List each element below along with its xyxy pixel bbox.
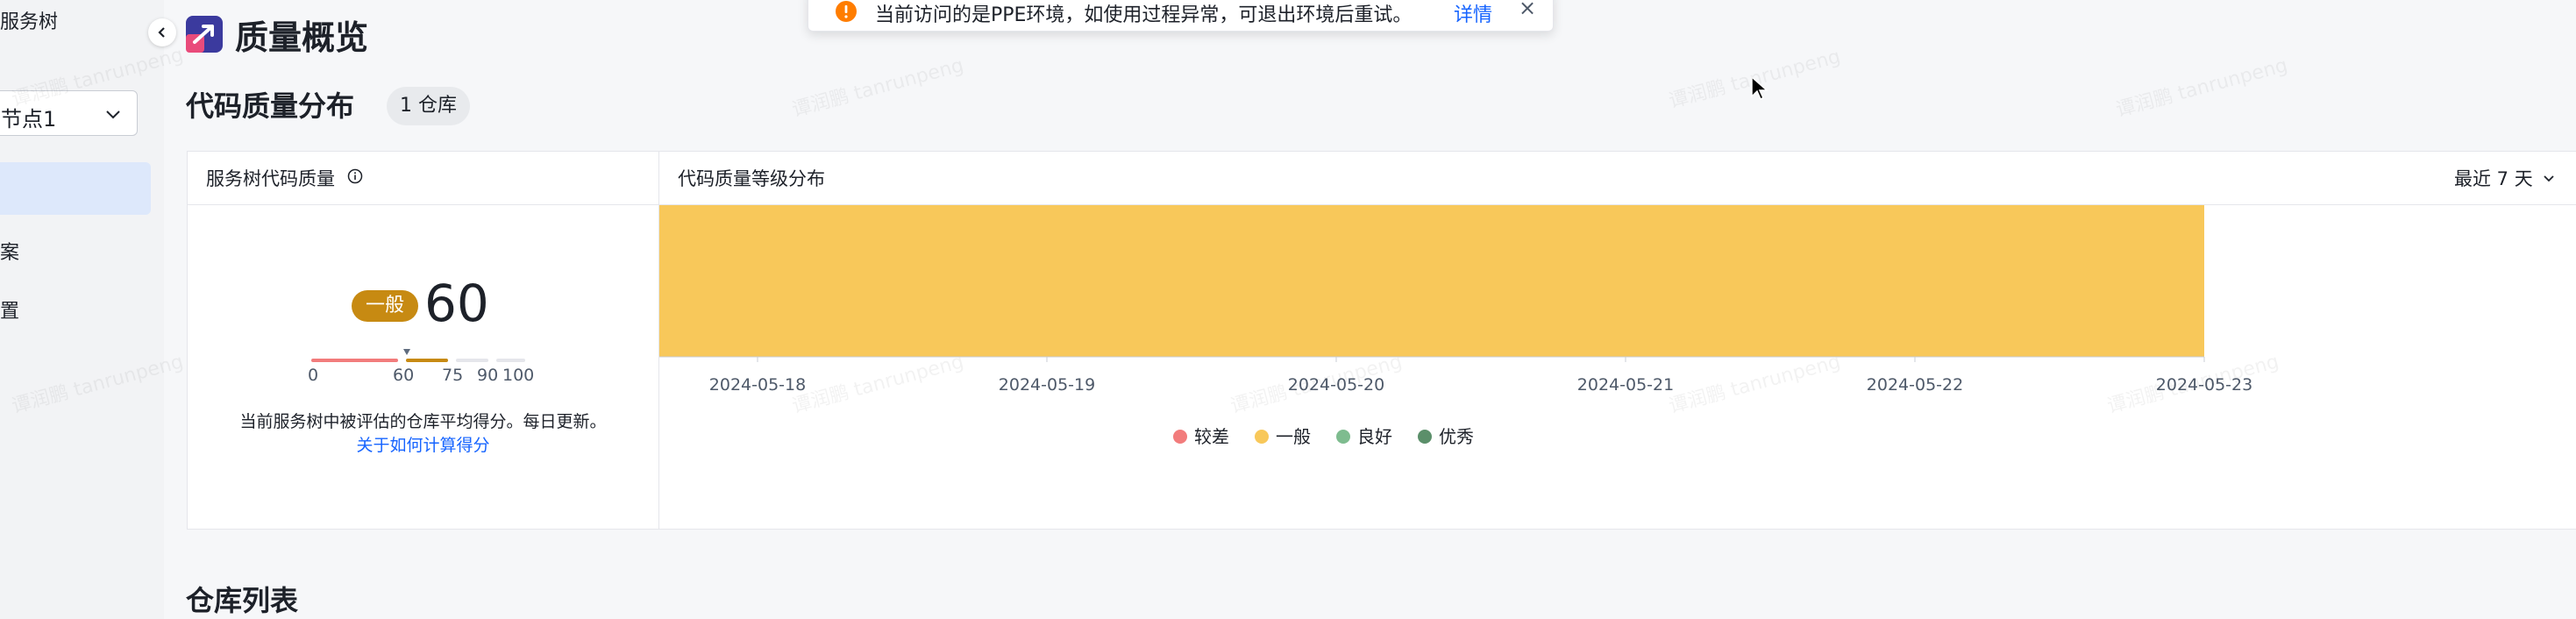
notification-message: 当前访问的是PPE环境，如使用过程异常，可退出环境后重试。 [875, 4, 1413, 26]
repo-list-title: 仓库列表 [186, 584, 299, 617]
scale-label: 75 [442, 366, 464, 385]
quality-card: 服务树代码质量 一般 60 0 60 75 90 100 当前服务树中被评估的仓… [187, 151, 2576, 530]
environment-notification: 当前访问的是PPE环境，如使用过程异常，可退出环境后重试。 详情 × [808, 0, 1554, 32]
x-tick-label: 2024-05-21 [1577, 375, 1674, 395]
sidebar-collapse-button[interactable] [148, 18, 176, 46]
scale-bar-fair [406, 359, 448, 362]
warning-icon [836, 1, 857, 22]
watermark: 谭润鹏 tanrunpeng [789, 54, 966, 122]
scale-label: 60 [393, 366, 415, 385]
repo-count-badge: 1 仓库 [387, 87, 470, 125]
scale-bar-poor [311, 359, 398, 362]
sidebar-item-label: 置 [0, 301, 20, 323]
close-icon[interactable]: × [1519, 0, 1536, 20]
scale-label: 100 [502, 366, 535, 385]
x-tick-label: 2024-05-23 [2156, 375, 2252, 395]
x-tick-label: 2024-05-22 [1867, 375, 1963, 395]
grade-badge: 一般 [352, 290, 419, 322]
legend-dot-较差[interactable] [1173, 430, 1187, 444]
legend-label[interactable]: 优秀 [1439, 426, 1474, 447]
x-tick-label: 2024-05-19 [999, 375, 1095, 395]
legend-dot-良好[interactable] [1336, 430, 1350, 444]
node-select[interactable]: 节点1 [0, 90, 138, 136]
node-select-value: 节点1 [1, 107, 57, 132]
x-tick-label: 2024-05-20 [1288, 375, 1384, 395]
legend-label[interactable]: 较差 [1194, 426, 1229, 447]
scale-label: 0 [308, 366, 319, 385]
legend-dot-一般[interactable] [1255, 430, 1269, 444]
sidebar-item-solution[interactable]: 案 [0, 237, 19, 265]
scale-label: 90 [477, 366, 499, 385]
chevron-left-icon [158, 27, 165, 38]
sidebar-title: 服务树 [0, 11, 59, 33]
score-value: 60 [424, 274, 489, 333]
area-series-一般[interactable] [659, 205, 2204, 357]
chevron-down-icon [2544, 175, 2554, 182]
notification-detail-link[interactable]: 详情 [1454, 0, 1492, 27]
chevron-down-icon [106, 110, 120, 119]
score-description: 当前服务树中被评估的仓库平均得分。每日更新。 [239, 412, 607, 431]
legend-label[interactable]: 良好 [1357, 426, 1392, 447]
score-marker [403, 349, 410, 355]
sidebar-item-label: 案 [0, 242, 20, 264]
sidebar: 服务树 节点1 案 置 [0, 0, 164, 619]
sidebar-item-active[interactable] [0, 162, 151, 215]
distribution-panel-title: 代码质量等级分布 [678, 168, 825, 189]
info-icon[interactable] [347, 168, 363, 184]
mouse-cursor-icon [1751, 75, 1768, 101]
score-calculation-link[interactable]: 关于如何计算得分 [188, 432, 658, 456]
page-title: 质量概览 [235, 18, 369, 57]
section-title: 代码质量分布 [186, 89, 355, 123]
scale-bar-excellent [496, 359, 525, 362]
x-tick-label: 2024-05-18 [709, 375, 806, 395]
legend-dot-优秀[interactable] [1418, 430, 1432, 444]
app-logo-icon [186, 16, 223, 53]
sidebar-item-settings[interactable]: 置 [0, 295, 19, 324]
score-panel-title: 服务树代码质量 [206, 168, 335, 189]
date-range-select[interactable]: 最近 7 天 [2454, 165, 2556, 191]
scale-bar-good [456, 359, 488, 362]
quality-distribution-chart: 0%25%50%75%100% 2024-05-172024-05-182024… [659, 205, 2252, 447]
legend-label[interactable]: 一般 [1276, 426, 1311, 447]
date-range-value: 最近 7 天 [2454, 168, 2533, 189]
watermark: 谭润鹏 tanrunpeng [2113, 54, 2290, 122]
